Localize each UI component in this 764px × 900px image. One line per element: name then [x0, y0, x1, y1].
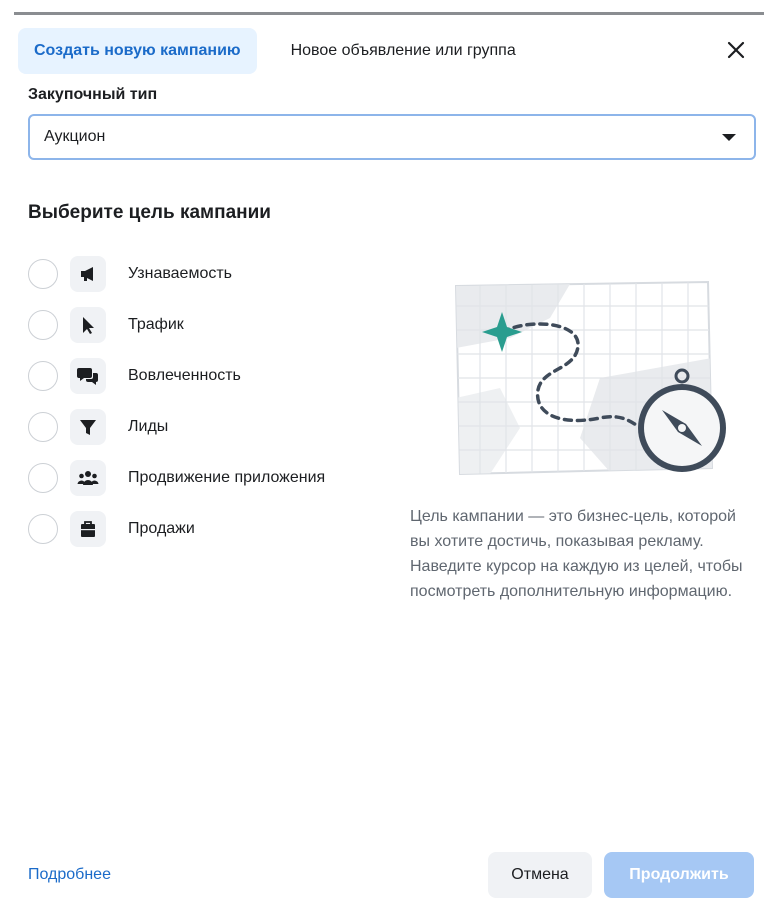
- radio-button[interactable]: [28, 309, 58, 340]
- objective-leads[interactable]: Лиды: [28, 401, 388, 452]
- map-compass-illustration: [450, 278, 740, 492]
- radio-button[interactable]: [28, 513, 58, 544]
- objective-section-title: Выберите цель кампании: [28, 202, 271, 223]
- radio-button[interactable]: [28, 462, 58, 493]
- objective-label: Вовлеченность: [128, 366, 241, 384]
- tab-new-ad-or-adset[interactable]: Новое объявление или группа: [275, 28, 532, 74]
- continue-button[interactable]: Продолжить: [604, 852, 754, 898]
- objective-description: Цель кампании — это бизнес-цель, которой…: [410, 508, 743, 600]
- objective-sales[interactable]: Продажи: [28, 503, 388, 554]
- cursor-icon: [70, 306, 106, 343]
- objective-label: Продвижение приложения: [128, 468, 326, 486]
- objective-list: Узнаваемость Трафик Вовлеченность Лиды П…: [28, 248, 388, 554]
- objective-label: Лиды: [128, 417, 169, 435]
- dialog-tabs: Создать новую кампанию Новое объявление …: [18, 28, 532, 74]
- people-icon: [70, 459, 106, 496]
- objective-app-promotion[interactable]: Продвижение приложения: [28, 452, 388, 503]
- objective-label: Трафик: [128, 315, 184, 333]
- objective-label: Узнаваемость: [128, 264, 233, 282]
- dialog-top-border: [14, 12, 764, 15]
- objective-label: Продажи: [128, 519, 195, 537]
- learn-more-link[interactable]: Подробнее: [28, 866, 111, 884]
- objective-engagement[interactable]: Вовлеченность: [28, 350, 388, 401]
- buying-type-value: Аукцион: [44, 128, 106, 145]
- objective-awareness[interactable]: Узнаваемость: [28, 248, 388, 299]
- buying-type-label: Закупочный тип: [28, 86, 158, 103]
- cancel-button[interactable]: Отмена: [488, 852, 592, 898]
- buying-type-select[interactable]: Аукцион: [28, 114, 756, 160]
- close-icon[interactable]: [722, 36, 750, 64]
- chat-bubbles-icon: [70, 357, 106, 394]
- objective-traffic[interactable]: Трафик: [28, 299, 388, 350]
- megaphone-icon: [70, 255, 106, 292]
- radio-button[interactable]: [28, 360, 58, 391]
- shopping-bag-icon: [70, 510, 106, 547]
- tab-create-new-campaign[interactable]: Создать новую кампанию: [18, 28, 257, 74]
- chevron-down-icon: [722, 134, 736, 141]
- radio-button[interactable]: [28, 411, 58, 442]
- radio-button[interactable]: [28, 258, 58, 289]
- funnel-icon: [70, 408, 106, 445]
